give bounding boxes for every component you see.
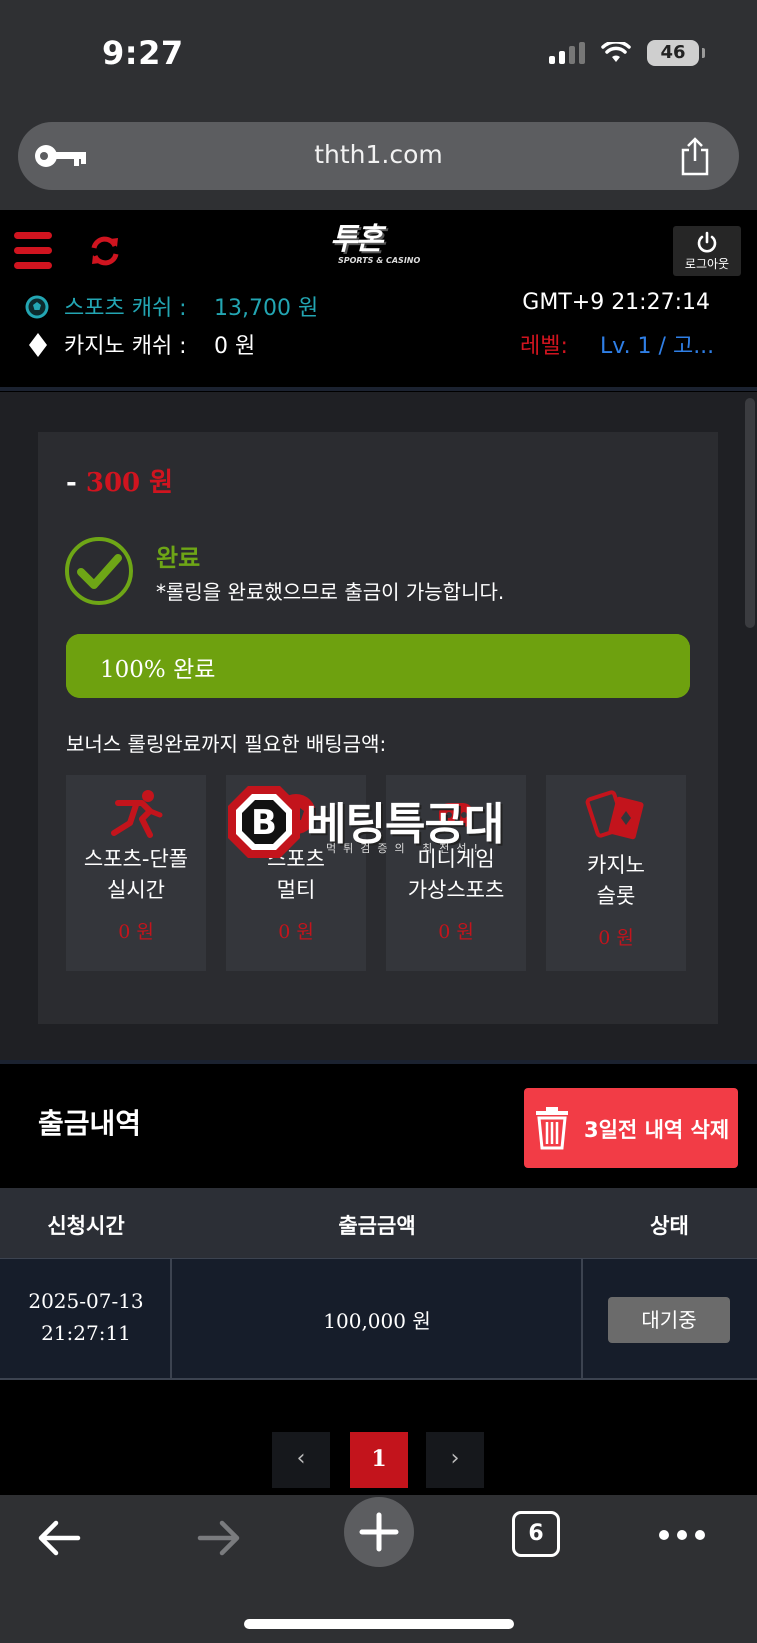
level-label: 레벨: (520, 334, 568, 359)
card-amount: 0 원 (278, 921, 314, 943)
level-value: Lv. 1 / 고... (600, 334, 715, 359)
delete-history-button[interactable]: 3일전 내역 삭제 (524, 1088, 738, 1168)
casino-cash-value: 0 원 (214, 334, 256, 359)
menu-icon[interactable] (14, 232, 52, 277)
power-icon (697, 231, 717, 253)
logo-text: 투혼 (330, 222, 383, 257)
share-icon[interactable] (679, 136, 711, 176)
logout-label: 로그아웃 (684, 257, 730, 271)
card-line2: 실시간 (107, 878, 165, 902)
svg-text:B: B (251, 803, 277, 843)
sports-cash-label: 스포츠 캐쉬 : (64, 296, 187, 321)
divider (0, 387, 757, 391)
delete-history-label: 3일전 내역 삭제 (584, 1118, 730, 1142)
request-time: 21:27:11 (41, 1321, 131, 1345)
cards-icon (585, 790, 644, 840)
column-header: 신청시간 (47, 1214, 125, 1238)
card-amount: 0 원 (118, 921, 154, 943)
address-bar[interactable]: thth1.com (18, 122, 739, 190)
trash-icon (536, 1107, 568, 1150)
column-header: 출금금액 (338, 1214, 416, 1238)
prev-page-button[interactable]: ‹ (272, 1432, 330, 1488)
diamond-icon (29, 333, 47, 357)
rolling-amount: - 300 원 (66, 462, 173, 499)
page: 9:27 46 thth1.com 투혼 SPORTS & CASINO 로그아… (0, 0, 757, 1643)
browser-bottom-bar: 6 (0, 1495, 757, 1643)
logout-button[interactable]: 로그아웃 (673, 226, 741, 276)
history-title: 출금내역 (38, 1107, 142, 1140)
page-button-1[interactable]: 1 (350, 1432, 408, 1488)
status-badge[interactable]: 대기중 (608, 1297, 730, 1343)
new-tab-button[interactable] (344, 1497, 414, 1567)
soccer-ball-icon (25, 295, 49, 319)
status-time: 9:27 (102, 34, 184, 72)
progress-bar: 100% 완료 (66, 634, 690, 698)
progress-label: 100% 완료 (100, 657, 216, 683)
battery-icon: 46 (647, 40, 705, 66)
refresh-icon[interactable] (88, 234, 122, 268)
watermark-subtitle: 먹튀검증의 최전선! (326, 842, 485, 855)
card-line1: 스포츠-단폴 (83, 847, 189, 871)
forward-arrow-icon[interactable] (196, 1519, 242, 1557)
table-header: 신청시간 출금금액 상태 (0, 1188, 757, 1258)
back-arrow-icon[interactable] (36, 1519, 82, 1557)
column-header: 상태 (650, 1214, 689, 1238)
sports-cash-row: 스포츠 캐쉬 : 13,700 원 GMT+9 21:27:14 (24, 290, 734, 326)
rolling-section: - 300 원 완료 *롤링을 완료했으므로 출금이 가능합니다. 100% 완… (0, 392, 757, 1060)
withdraw-amount: 100,000 원 (323, 1309, 431, 1333)
status-title: 완료 (156, 544, 201, 572)
running-man-icon (111, 790, 163, 838)
site-content: 투혼 SPORTS & CASINO 로그아웃 스포츠 캐쉬 : 13,700 … (0, 210, 757, 1495)
server-clock: GMT+9 21:27:14 (522, 290, 710, 315)
bonus-label: 보너스 롤링완료까지 필요한 배팅금액: (66, 732, 387, 756)
card-line2: 멀티 (276, 878, 316, 902)
home-indicator (244, 1619, 514, 1629)
card-amount: 0 원 (438, 921, 474, 943)
check-circle-icon (65, 537, 133, 605)
card-casino: 카지노 슬롯 0 원 (546, 775, 686, 971)
watermark-badge-icon: B (228, 786, 300, 858)
status-icons: 46 (549, 40, 705, 66)
site-logo[interactable]: 투혼 SPORTS & CASINO (330, 224, 430, 272)
watermark: B 베팅특공대 먹튀검증의 최전선! (226, 784, 536, 862)
card-amount: 0 원 (598, 927, 634, 949)
history-table: 신청시간 출금금액 상태 2025-07-13 21:27:11 100,000… (0, 1188, 757, 1380)
amount-value: 300 원 (85, 468, 174, 498)
card-line2: 가상스포츠 (407, 878, 505, 902)
card-line2: 슬롯 (596, 884, 636, 908)
wifi-icon (601, 42, 631, 62)
tabs-button[interactable]: 6 (512, 1511, 560, 1557)
rolling-panel: - 300 원 완료 *롤링을 완료했으므로 출금이 가능합니다. 100% 완… (38, 432, 718, 1024)
table-row: 2025-07-13 21:27:11 100,000 원 대기중 (0, 1258, 757, 1380)
next-page-button[interactable]: › (426, 1432, 484, 1488)
scrollbar[interactable] (745, 398, 755, 628)
card-line1: 카지노 (587, 853, 645, 877)
request-date: 2025-07-13 (28, 1289, 144, 1313)
plus-icon (359, 1512, 399, 1552)
browser-top-bar: 9:27 46 thth1.com (0, 0, 757, 210)
amount-prefix: - (66, 468, 77, 498)
casino-cash-label: 카지노 캐쉬 : (64, 334, 187, 359)
signal-icon (549, 42, 585, 64)
card-sports-single: 스포츠-단폴 실시간 0 원 (66, 775, 206, 971)
sports-cash-value: 13,700 원 (214, 296, 319, 321)
status-description: *롤링을 완료했으므로 출금이 가능합니다. (156, 580, 505, 604)
casino-cash-row: 카지노 캐쉬 : 0 원 레벨: Lv. 1 / 고... (24, 328, 734, 364)
pagination: ‹ 1 › (0, 1432, 757, 1488)
more-icon[interactable] (658, 1529, 706, 1541)
divider (0, 1060, 757, 1064)
logo-subtitle: SPORTS & CASINO (338, 256, 421, 265)
url-text[interactable]: thth1.com (18, 140, 739, 169)
